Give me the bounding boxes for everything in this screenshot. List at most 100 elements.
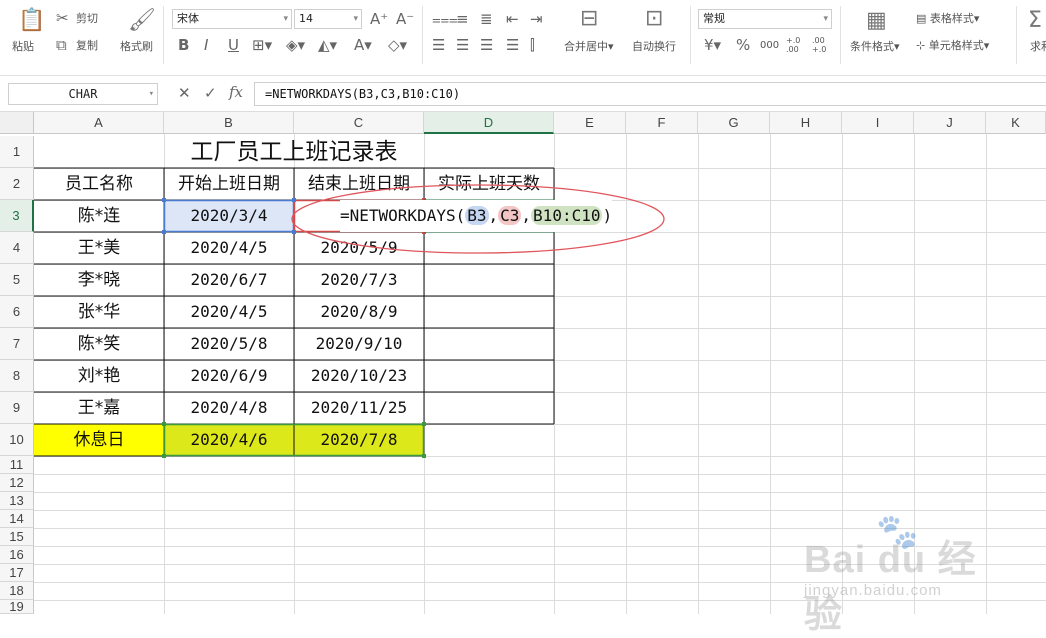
formula-separator: , [521, 206, 532, 225]
font-size-select[interactable]: 14 ▾ [294, 9, 362, 29]
increase-decimal-button[interactable]: +.0 .00 [786, 36, 806, 54]
conditional-format-icon[interactable]: ▦ [866, 10, 887, 32]
sum-icon[interactable]: Σ [1028, 10, 1042, 32]
header-cell-a[interactable]: 员工名称 [34, 168, 164, 200]
baidu-jingyan-watermark: Bai du 经验 🐾 jingyan.baidu.com [804, 512, 994, 636]
holiday-start-cell[interactable]: 2020/4/6 [164, 424, 294, 456]
decrease-font-icon[interactable]: A⁻ [396, 11, 414, 27]
merge-center-button[interactable]: 合并居中▾ [564, 40, 614, 54]
number-format-value: 常规 [703, 12, 725, 25]
formula-input[interactable]: =NETWORKDAYS(B3,C3,B10:C10) [254, 82, 1046, 106]
cell-b6[interactable]: 2020/4/5 [164, 296, 294, 328]
holiday-end-cell[interactable]: 2020/7/8 [294, 424, 424, 456]
increase-font-icon[interactable]: A⁺ [370, 11, 388, 27]
spreadsheet-grid[interactable]: ABCDEFGHIJK 1 2 3 4 5 6 7 8 9 10 11 12 13 14 15 16 17 18 1… [0, 112, 1046, 636]
percent-button[interactable]: % [736, 37, 750, 53]
cell-b3[interactable]: 2020/3/4 [164, 200, 294, 232]
name-box[interactable]: CHAR ▾ [8, 83, 158, 105]
name-box-value: CHAR [68, 87, 98, 101]
justify-icon[interactable]: ☰ [506, 37, 519, 53]
paw-icon: 🐾 [876, 512, 919, 552]
underline-button[interactable]: U [228, 37, 239, 53]
cell-c5[interactable]: 2020/7/3 [294, 264, 424, 296]
cell-b5[interactable]: 2020/6/7 [164, 264, 294, 296]
wrap-text-icon[interactable]: ⊡ [645, 8, 663, 30]
header-cell-c[interactable]: 结束上班日期 [294, 168, 424, 200]
formula-ref-b10-c10: B10:C10 [531, 206, 603, 225]
header-cell-b[interactable]: 开始上班日期 [164, 168, 294, 200]
cell-a7[interactable]: 陈*笑 [34, 328, 164, 360]
table-title[interactable]: 工厂员工上班记录表 [34, 136, 554, 168]
cell-a3[interactable]: 陈*连 [34, 200, 164, 232]
fx-icon[interactable]: fx [229, 83, 243, 101]
format-painter-icon[interactable]: 🖌 [128, 10, 156, 32]
currency-button[interactable]: ¥▾ [704, 37, 721, 53]
cell-c6[interactable]: 2020/8/9 [294, 296, 424, 328]
cell-style-icon[interactable]: ◈▾ [286, 37, 305, 53]
chevron-down-icon: ▾ [148, 89, 154, 99]
cell-a9[interactable]: 王*嘉 [34, 392, 164, 424]
paste-icon[interactable]: 📋 [18, 10, 45, 32]
italic-button[interactable]: I [204, 37, 208, 53]
ribbon-toolbar: 📋 粘贴 ✂ 剪切 ⧉ 复制 🖌 格式刷 宋体 ▾ 14 ▾ A⁺ A⁻ B I U… [0, 0, 1046, 76]
cell-c4[interactable]: 2020/5/9 [294, 232, 424, 264]
align-right-icon[interactable]: ☰ [480, 37, 493, 53]
currency-symbol: ¥ [704, 36, 714, 54]
cell-b7[interactable]: 2020/5/8 [164, 328, 294, 360]
indent-increase-icon[interactable]: ⇥ [530, 11, 543, 27]
cell-a5[interactable]: 李*晓 [34, 264, 164, 296]
chevron-down-icon: ▾ [283, 14, 288, 24]
cell-c9[interactable]: 2020/11/25 [294, 392, 424, 424]
cell-a6[interactable]: 张*华 [34, 296, 164, 328]
align-bottom-icon[interactable]: ≣ [480, 11, 493, 27]
cell-c8[interactable]: 2020/10/23 [294, 360, 424, 392]
sum-button[interactable]: 求和 [1030, 40, 1046, 54]
copy-button[interactable]: 复制 [76, 39, 98, 53]
cut-button[interactable]: 剪切 [76, 12, 98, 26]
confirm-icon[interactable]: ✓ [204, 84, 217, 102]
decrease-decimal-button[interactable]: .00 +.0 [812, 36, 832, 54]
cell-a4[interactable]: 王*美 [34, 232, 164, 264]
border-icon[interactable]: ⊞▾ [252, 37, 272, 53]
formula-ref-b3: B3 [465, 206, 489, 225]
conditional-format-button[interactable]: 条件格式▾ [850, 40, 900, 54]
format-painter-button[interactable]: 格式刷 [120, 40, 153, 54]
conditional-format-label: 条件格式 [850, 40, 894, 53]
cell-b8[interactable]: 2020/6/9 [164, 360, 294, 392]
holiday-label-cell[interactable]: 休息日 [34, 424, 164, 456]
thousands-button[interactable]: 000 [760, 39, 779, 53]
distribute-icon[interactable]: ⫿ [530, 37, 535, 53]
align-middle-icon[interactable]: ≡ [456, 11, 469, 27]
formula-separator: , [488, 206, 499, 225]
cell-c7[interactable]: 2020/9/10 [294, 328, 424, 360]
cancel-icon[interactable]: ✕ [178, 84, 191, 102]
indent-decrease-icon[interactable]: ⇤ [506, 11, 519, 27]
wrap-text-button[interactable]: 自动换行 [632, 40, 676, 54]
copy-icon[interactable]: ⧉ [56, 37, 67, 53]
font-name-select[interactable]: 宋体 ▾ [172, 9, 292, 29]
font-color-button[interactable]: A▾ [354, 37, 372, 53]
fill-color-icon[interactable]: ◭▾ [318, 37, 337, 53]
merge-center-icon[interactable]: ⊟ [580, 8, 598, 30]
table-style-button[interactable]: ▤ 表格样式▾ [916, 12, 979, 26]
cell-b4[interactable]: 2020/4/5 [164, 232, 294, 264]
eraser-icon[interactable]: ◇▾ [388, 37, 407, 53]
chevron-down-icon: ▾ [823, 14, 828, 24]
align-top-icon[interactable]: ⩶ [432, 11, 458, 27]
cell-style-icon: ⊹ [916, 39, 929, 52]
font-name-value: 宋体 [177, 12, 199, 25]
align-center-icon[interactable]: ☰ [456, 37, 469, 53]
cell-a8[interactable]: 刘*艳 [34, 360, 164, 392]
header-cell-d[interactable]: 实际上班天数 [424, 168, 554, 200]
cell-b9[interactable]: 2020/4/8 [164, 392, 294, 424]
align-left-icon[interactable]: ☰ [432, 37, 445, 53]
number-format-select[interactable]: 常规 ▾ [698, 9, 832, 29]
scissors-icon[interactable]: ✂ [56, 10, 69, 26]
table-style-icon: ▤ [916, 12, 930, 25]
chevron-down-icon: ▾ [353, 14, 358, 24]
paste-button[interactable]: 粘贴 [12, 40, 34, 54]
cell-d3-formula-editor[interactable]: =NETWORKDAYS(B3, C3, B10:C10) [340, 200, 613, 232]
cell-style-label: 单元格样式 [928, 39, 984, 52]
cell-style-button[interactable]: ⊹ 单元格样式▾ [916, 39, 989, 53]
bold-button[interactable]: B [178, 37, 189, 53]
